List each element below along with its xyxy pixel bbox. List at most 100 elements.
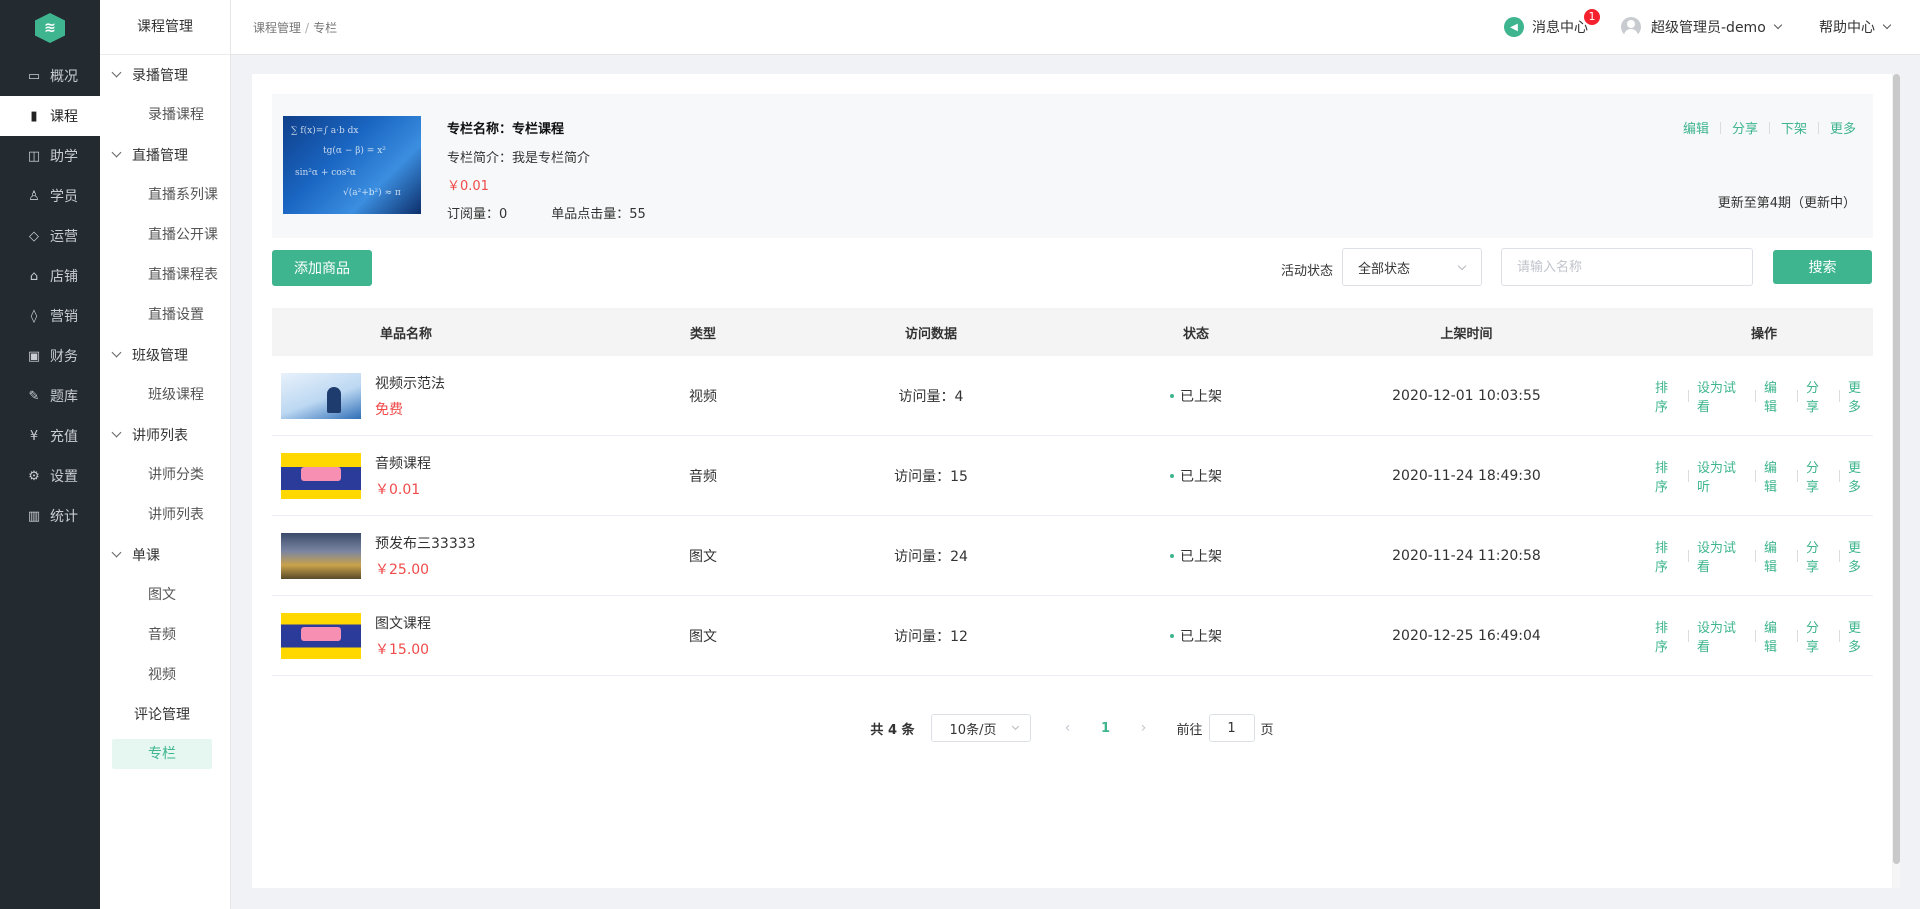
column-share-link[interactable]: 分享 xyxy=(1732,118,1758,137)
page-size-select[interactable]: 10条/页 xyxy=(930,714,1031,742)
book-icon: ▮ xyxy=(30,108,38,124)
sub-item-comments[interactable]: 评论管理 xyxy=(100,695,230,735)
sub-item-audio[interactable]: 音频 xyxy=(100,615,230,655)
product-text: 音频课程 ￥0.01 xyxy=(375,453,431,499)
nav-item-assist[interactable]: ◫ 助学 xyxy=(0,136,100,176)
nav-item-students[interactable]: ♙ 学员 xyxy=(0,176,100,216)
set-trial-link[interactable]: 设为试看 xyxy=(1697,537,1747,575)
sub-item-article[interactable]: 图文 xyxy=(100,575,230,615)
sort-link[interactable]: 排序 xyxy=(1655,537,1680,575)
sub-item-video[interactable]: 视频 xyxy=(100,655,230,695)
nav-item-finance[interactable]: ▣ 财务 xyxy=(0,336,100,376)
more-link[interactable]: 更多 xyxy=(1848,537,1873,575)
share-link[interactable]: 分享 xyxy=(1806,377,1831,415)
sub-item-live-public[interactable]: 直播公开课 xyxy=(100,215,230,255)
share-link[interactable]: 分享 xyxy=(1806,537,1831,575)
column-unpublish-link[interactable]: 下架 xyxy=(1781,118,1807,137)
sub-group-label: 直播管理 xyxy=(132,148,188,164)
sort-link[interactable]: 排序 xyxy=(1655,377,1680,415)
more-link[interactable]: 更多 xyxy=(1848,377,1873,415)
sub-item-column-active[interactable]: 专栏 xyxy=(112,739,212,769)
goto-page: 前往 页 xyxy=(1177,714,1274,742)
sub-group-class[interactable]: 班级管理 xyxy=(100,335,230,375)
edit-link[interactable]: 编辑 xyxy=(1764,537,1789,575)
edit-link[interactable]: 编辑 xyxy=(1764,617,1789,655)
product-name[interactable]: 视频示范法 xyxy=(375,373,445,393)
nav-item-stats[interactable]: ▥ 统计 xyxy=(0,496,100,536)
message-center-label: 消息中心 xyxy=(1532,20,1588,36)
search-input[interactable] xyxy=(1501,248,1753,286)
sort-link[interactable]: 排序 xyxy=(1655,457,1680,495)
sub-item-recorded-course[interactable]: 录播课程 xyxy=(100,95,230,135)
sub-item-live-settings[interactable]: 直播设置 xyxy=(100,295,230,335)
set-trial-link[interactable]: 设为试听 xyxy=(1697,457,1747,495)
logo[interactable]: ≋ xyxy=(0,0,100,56)
nav-item-overview[interactable]: ▭ 概况 xyxy=(0,56,100,96)
user-menu[interactable]: 超级管理员-demo xyxy=(1621,17,1783,37)
sub-group-lecturers[interactable]: 讲师列表 xyxy=(100,415,230,455)
product-time: 2020-11-24 11:20:58 xyxy=(1392,547,1541,564)
search-button[interactable]: 搜索 xyxy=(1773,250,1872,284)
sort-link[interactable]: 排序 xyxy=(1655,617,1680,655)
add-product-button[interactable]: 添加商品 xyxy=(272,250,372,286)
share-link[interactable]: 分享 xyxy=(1806,617,1831,655)
product-time: 2020-12-25 16:49:04 xyxy=(1392,627,1541,644)
message-badge: 1 xyxy=(1584,9,1600,25)
breadcrumb-separator: / xyxy=(305,21,310,35)
column-cover-image: ∑ f(x)=∫ a·b dx tg(α − β) = x² sin²α + c… xyxy=(283,116,421,214)
nav-item-settings[interactable]: ⚙ 设置 xyxy=(0,456,100,496)
product-text: 预发布三33333 ￥25.00 xyxy=(375,533,476,579)
edit-link[interactable]: 编辑 xyxy=(1764,377,1789,415)
scrollbar-thumb[interactable] xyxy=(1893,74,1900,864)
share-link[interactable]: 分享 xyxy=(1806,457,1831,495)
product-cell: 视频示范法 免费 xyxy=(272,372,658,419)
prev-page-icon[interactable]: ‹ xyxy=(1053,720,1083,736)
sub-group-recorded[interactable]: 录播管理 xyxy=(100,55,230,95)
product-visits: 访问量：12 xyxy=(894,628,968,645)
product-price: 免费 xyxy=(375,401,403,418)
set-trial-link[interactable]: 设为试看 xyxy=(1697,377,1747,415)
nav-item-operations[interactable]: ◇ 运营 xyxy=(0,216,100,256)
pagination: 共 4 条 10条/页 ‹ 1 › 前往 页 xyxy=(252,714,1892,742)
store-icon: ⌂ xyxy=(29,268,39,284)
sub-group-live[interactable]: 直播管理 xyxy=(100,135,230,175)
sub-item-lecturer-list[interactable]: 讲师列表 xyxy=(100,495,230,535)
scrollbar[interactable] xyxy=(1893,74,1900,888)
set-trial-link[interactable]: 设为试看 xyxy=(1697,617,1747,655)
goto-page-input[interactable] xyxy=(1208,714,1255,742)
nav-item-questions[interactable]: ✎ 题库 xyxy=(0,376,100,416)
status-filter-select[interactable]: 全部状态 xyxy=(1342,248,1482,286)
product-type: 图文 xyxy=(689,628,717,645)
column-header-type: 类型 xyxy=(689,326,716,342)
help-center[interactable]: 帮助中心 xyxy=(1819,17,1892,37)
breadcrumb-item[interactable]: 课程管理 xyxy=(253,21,301,35)
sub-item-class-course[interactable]: 班级课程 xyxy=(100,375,230,415)
sub-group-single[interactable]: 单课 xyxy=(100,535,230,575)
nav-item-recharge[interactable]: ¥ 充值 xyxy=(0,416,100,456)
nav-item-course[interactable]: ▮ 课程 xyxy=(0,96,100,136)
product-name[interactable]: 图文课程 xyxy=(375,613,431,633)
sub-item-live-series[interactable]: 直播系列课 xyxy=(100,175,230,215)
column-more-link[interactable]: 更多 xyxy=(1830,118,1856,137)
nav-item-store[interactable]: ⌂ 店铺 xyxy=(0,256,100,296)
page-number[interactable]: 1 xyxy=(1091,721,1121,736)
product-name[interactable]: 预发布三33333 xyxy=(375,533,476,553)
message-center[interactable]: ◀ 消息中心 1 xyxy=(1504,9,1600,37)
click-count: 单品点击量：55 xyxy=(551,207,646,222)
column-header-time: 上架时间 xyxy=(1440,326,1493,342)
product-name[interactable]: 音频课程 xyxy=(375,453,431,473)
divider xyxy=(1839,629,1840,642)
more-link[interactable]: 更多 xyxy=(1848,457,1873,495)
more-link[interactable]: 更多 xyxy=(1848,617,1873,655)
divider xyxy=(1755,549,1756,562)
sub-item-lecturer-category[interactable]: 讲师分类 xyxy=(100,455,230,495)
product-time: 2020-11-24 18:49:30 xyxy=(1392,467,1541,484)
sub-item-live-schedule[interactable]: 直播课程表 xyxy=(100,255,230,295)
product-type: 视频 xyxy=(689,388,717,405)
nav-item-marketing[interactable]: ◊ 营销 xyxy=(0,296,100,336)
next-page-icon[interactable]: › xyxy=(1129,720,1159,736)
column-edit-link[interactable]: 编辑 xyxy=(1683,118,1709,137)
column-header-name: 单品名称 xyxy=(380,326,433,342)
speaker-icon: ◀ xyxy=(1504,17,1524,37)
edit-link[interactable]: 编辑 xyxy=(1764,457,1789,495)
